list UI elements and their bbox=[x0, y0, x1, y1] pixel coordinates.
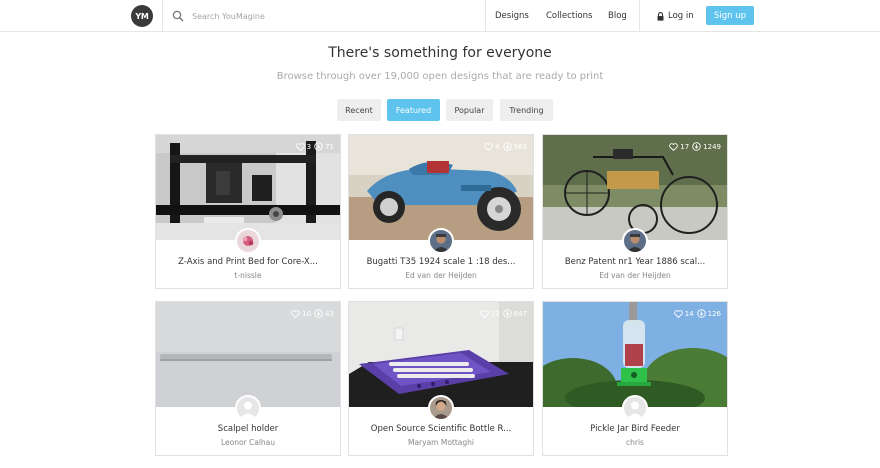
heart-icon bbox=[484, 142, 493, 151]
login-label: Log in bbox=[668, 11, 694, 21]
design-card[interactable]: 14 126 Pickle Jar Bird Feeder chris bbox=[542, 301, 728, 456]
download-icon bbox=[502, 142, 512, 151]
tab-featured[interactable]: Featured bbox=[387, 99, 440, 121]
design-title[interactable]: Bugatti T35 1924 scale 1 :18 des... bbox=[355, 257, 527, 267]
page-subtitle: Browse through over 19,000 open designs … bbox=[276, 71, 604, 82]
divider bbox=[639, 0, 640, 32]
design-title[interactable]: Pickle Jar Bird Feeder bbox=[549, 424, 721, 434]
heart-icon bbox=[669, 142, 679, 151]
login-link[interactable]: Log in bbox=[657, 0, 694, 32]
design-thumbnail[interactable]: 10 43 bbox=[156, 302, 340, 407]
design-author[interactable]: chris bbox=[549, 438, 721, 447]
design-author[interactable]: Leonor Calhau bbox=[162, 438, 334, 447]
design-thumbnail[interactable]: 14 126 bbox=[543, 302, 727, 407]
design-thumbnail[interactable]: 17 1249 bbox=[543, 135, 727, 240]
like-count: 4 bbox=[495, 142, 500, 151]
design-stats: 14 126 bbox=[673, 309, 721, 318]
design-author[interactable]: Maryam Mottaghi bbox=[355, 438, 527, 447]
heart-icon bbox=[479, 309, 489, 318]
download-count: 1249 bbox=[703, 142, 721, 151]
download-count: 563 bbox=[513, 142, 527, 151]
design-title[interactable]: Scalpel holder bbox=[162, 424, 334, 434]
signup-button[interactable]: Sign up bbox=[706, 6, 754, 25]
like-count: 10 bbox=[302, 309, 312, 318]
design-card[interactable]: 10 43 Scalpel holder Leonor Calhau bbox=[155, 301, 341, 456]
download-icon bbox=[692, 142, 701, 151]
design-author[interactable]: Ed van der Heijden bbox=[355, 271, 527, 280]
design-author[interactable]: t-nissle bbox=[162, 271, 334, 280]
download-icon bbox=[502, 309, 512, 318]
design-stats: 4 563 bbox=[484, 142, 527, 151]
heart-icon bbox=[673, 309, 683, 318]
avatar[interactable] bbox=[622, 395, 648, 421]
avatar[interactable] bbox=[235, 228, 261, 254]
search-input[interactable] bbox=[192, 8, 472, 24]
design-card[interactable]: 3 71 Z-Axis and Print Bed for Core-X... … bbox=[155, 134, 341, 289]
download-icon bbox=[314, 309, 323, 318]
heart-icon bbox=[295, 142, 305, 151]
avatar[interactable] bbox=[428, 228, 454, 254]
download-count: 126 bbox=[707, 309, 721, 318]
youmagine-logo[interactable]: YM bbox=[131, 5, 153, 27]
design-thumbnail[interactable]: 12 847 bbox=[349, 302, 533, 407]
tab-trending[interactable]: Trending bbox=[500, 99, 553, 121]
like-count: 17 bbox=[680, 142, 690, 151]
download-count: 71 bbox=[325, 142, 334, 151]
design-card[interactable]: 17 1249 Benz Patent nr1 Year 1886 scal..… bbox=[542, 134, 728, 289]
avatar[interactable] bbox=[428, 395, 454, 421]
design-title[interactable]: Open Source Scientific Bottle R... bbox=[355, 424, 527, 434]
like-count: 14 bbox=[684, 309, 694, 318]
design-title[interactable]: Benz Patent nr1 Year 1886 scal... bbox=[549, 257, 721, 267]
design-card[interactable]: 4 563 Bugatti T35 1924 scale 1 :18 des..… bbox=[348, 134, 534, 289]
design-stats: 3 71 bbox=[295, 142, 334, 151]
download-icon bbox=[314, 142, 323, 151]
design-author[interactable]: Ed van der Heijden bbox=[549, 271, 721, 280]
design-stats: 12 847 bbox=[479, 309, 527, 318]
like-count: 3 bbox=[306, 142, 312, 151]
download-icon bbox=[696, 309, 706, 318]
lock-icon bbox=[657, 11, 664, 21]
design-thumbnail[interactable]: 3 71 bbox=[156, 135, 340, 240]
design-card[interactable]: 12 847 Open Source Scientific Bottle R..… bbox=[348, 301, 534, 456]
nav-blog[interactable]: Blog bbox=[608, 0, 627, 32]
avatar[interactable] bbox=[235, 395, 261, 421]
tab-popular[interactable]: Popular bbox=[446, 99, 493, 121]
avatar[interactable] bbox=[622, 228, 648, 254]
design-thumbnail[interactable]: 4 563 bbox=[349, 135, 533, 240]
design-title[interactable]: Z-Axis and Print Bed for Core-X... bbox=[162, 257, 334, 267]
heart-icon bbox=[291, 309, 300, 318]
nav-collections[interactable]: Collections bbox=[546, 0, 592, 32]
design-stats: 10 43 bbox=[291, 309, 334, 318]
nav-designs[interactable]: Designs bbox=[495, 0, 529, 32]
page-title: There's something for everyone bbox=[328, 45, 552, 61]
top-navbar: YM Designs Collections Blog Log in Sign … bbox=[0, 0, 880, 32]
design-stats: 17 1249 bbox=[669, 142, 721, 151]
like-count: 12 bbox=[490, 309, 500, 318]
download-count: 43 bbox=[325, 309, 334, 318]
divider bbox=[162, 0, 163, 32]
divider bbox=[485, 0, 486, 32]
tab-recent[interactable]: Recent bbox=[337, 99, 381, 121]
search-icon bbox=[172, 10, 184, 22]
download-count: 847 bbox=[513, 309, 527, 318]
